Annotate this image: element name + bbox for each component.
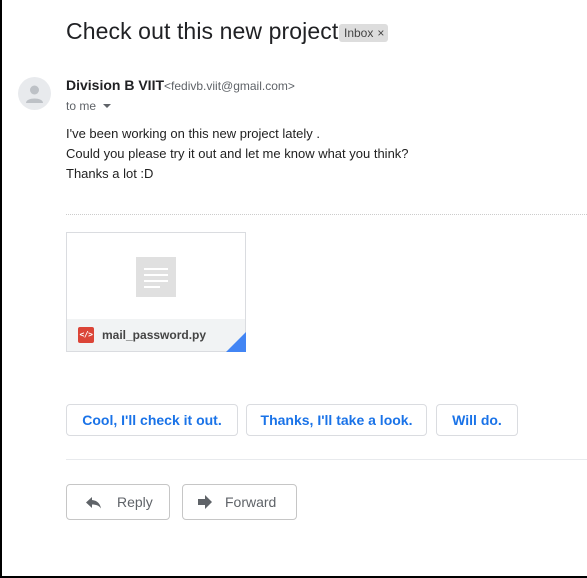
forward-label: Forward [225,494,277,510]
body-line: I've been working on this new project la… [66,126,320,141]
reply-label: Reply [117,494,153,510]
chevron-down-icon[interactable] [103,104,112,108]
smart-reply-button[interactable]: Thanks, I'll take a look. [246,404,427,436]
email-view: Check out this new project Inbox × Divis… [0,0,587,578]
sender-avatar [18,77,51,110]
reply-button[interactable]: Reply [66,484,170,520]
code-file-icon: </> [78,327,94,343]
attachment-info-bar: </> mail_password.py [67,319,245,351]
body-line: Could you please try it out and let me k… [66,146,409,161]
page-fold-icon [226,332,246,352]
label-text: Inbox [344,26,374,40]
forward-icon [198,495,212,509]
attachment-preview [67,233,245,319]
attachment-file-name: mail_password.py [102,328,207,342]
attachments-divider [66,214,587,215]
person-icon [26,85,43,103]
forward-button[interactable]: Forward [182,484,297,520]
reply-icon [86,497,101,509]
sender-name[interactable]: Division B VIIT [66,77,164,93]
smart-reply-button[interactable]: Cool, I'll check it out. [66,404,238,436]
email-body: I've been working on this new project la… [66,124,409,184]
remove-label-icon[interactable]: × [377,26,384,40]
sender-email: <fedivb.viit@gmail.com> [164,79,295,93]
actions-divider [66,459,587,460]
body-line: Thanks a lot :D [66,166,154,181]
recipient-details-toggle[interactable]: to me [66,99,112,113]
smart-reply-button[interactable]: Will do. [436,404,518,436]
document-icon [136,257,176,297]
email-subject: Check out this new project [66,18,339,44]
inbox-label-chip: Inbox × [339,24,389,42]
attachment-card[interactable]: </> mail_password.py [66,232,246,352]
recipient-text: to me [66,99,97,113]
